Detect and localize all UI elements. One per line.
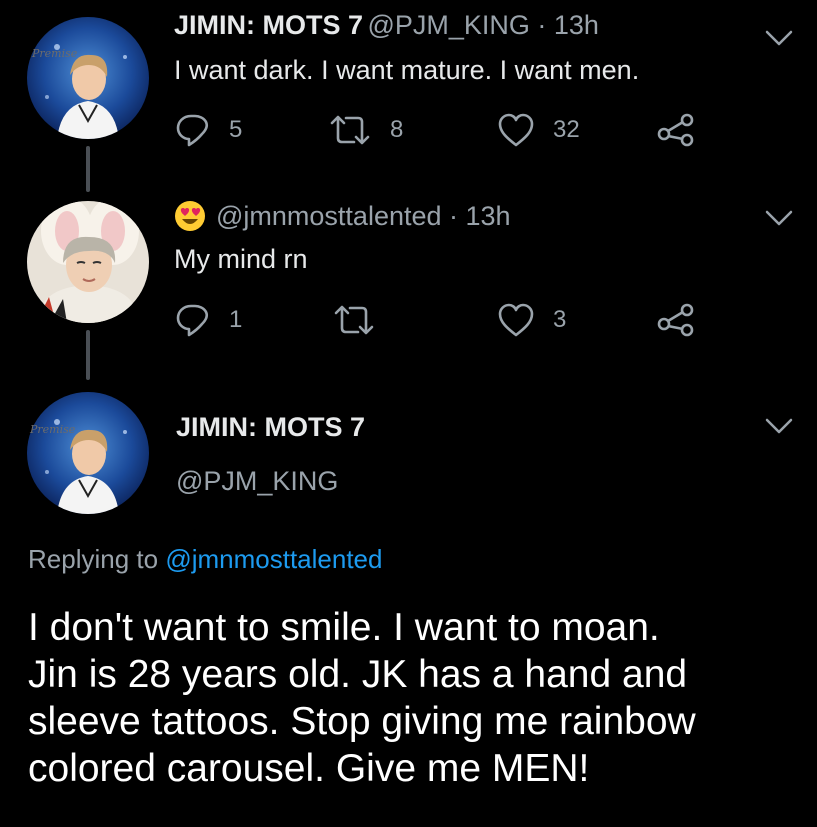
display-name[interactable]: JIMIN: MOTS 7: [176, 412, 365, 443]
tweet-text: I want dark. I want mature. I want men.: [174, 55, 640, 85]
share-icon: [657, 113, 694, 147]
like-icon: [498, 303, 534, 337]
reply-button[interactable]: 1: [175, 302, 242, 338]
like-count: 32: [553, 116, 580, 143]
tweet-line: colored carousel. Give me MEN!: [28, 747, 590, 790]
reply-count: 5: [229, 116, 243, 143]
main-tweet-text: I don't want to smile. I want to moan. J…: [28, 604, 808, 792]
avatar-caption: Premise: [32, 47, 78, 60]
share-button[interactable]: [656, 302, 696, 338]
tweet2-header: @jmnmosttalented · 13h: [174, 200, 511, 232]
like-count: 3: [553, 306, 567, 333]
chevron-down-icon[interactable]: [763, 206, 795, 230]
reply-icon: [176, 304, 209, 337]
reply-count: 1: [229, 306, 243, 333]
heart-eyes-emoji: [175, 201, 205, 231]
handle-timestamp[interactable]: @jmnmosttalented · 13h: [216, 201, 511, 232]
replying-to-mention[interactable]: @jmnmosttalented: [165, 544, 382, 574]
chevron-down-icon[interactable]: [763, 414, 795, 438]
chevron-down-icon[interactable]: [763, 26, 795, 50]
tweet-text: My mind rn: [174, 244, 308, 274]
retweet-button[interactable]: [332, 302, 394, 338]
tweet-line: Jin is 28 years old. JK has a hand and: [28, 653, 688, 696]
thread-line: [86, 146, 90, 192]
like-button[interactable]: 32: [497, 112, 580, 148]
retweet-button[interactable]: 8: [328, 112, 403, 148]
tweet-line: I don't want to smile. I want to moan.: [28, 606, 660, 649]
share-icon: [657, 303, 694, 337]
avatar-jmnmosttalented[interactable]: [27, 201, 149, 323]
avatar-caption: Premise: [30, 423, 76, 436]
retweet-icon: [334, 305, 374, 335]
avatar-pjm-king[interactable]: [27, 392, 149, 514]
replying-to: Replying to @jmnmosttalented: [28, 544, 382, 575]
tweet-line: sleeve tattoos. Stop giving me rainbow: [28, 700, 696, 743]
reply-button[interactable]: 5: [175, 112, 242, 148]
replying-to-prefix: Replying to: [28, 544, 166, 574]
display-name[interactable]: JIMIN: MOTS 7: [174, 10, 363, 40]
share-button[interactable]: [656, 112, 696, 148]
tweet1-header: JIMIN: MOTS 7 @PJM_KING · 13h: [174, 10, 599, 41]
retweet-count: 8: [390, 116, 404, 143]
like-icon: [498, 113, 534, 147]
retweet-icon: [330, 115, 370, 145]
like-button[interactable]: 3: [497, 302, 566, 338]
handle-timestamp[interactable]: @PJM_KING · 13h: [367, 10, 598, 40]
handle[interactable]: @PJM_KING: [176, 466, 338, 497]
avatar-pjm-king[interactable]: [27, 17, 149, 139]
reply-icon: [176, 114, 209, 147]
thread-line: [86, 330, 90, 380]
